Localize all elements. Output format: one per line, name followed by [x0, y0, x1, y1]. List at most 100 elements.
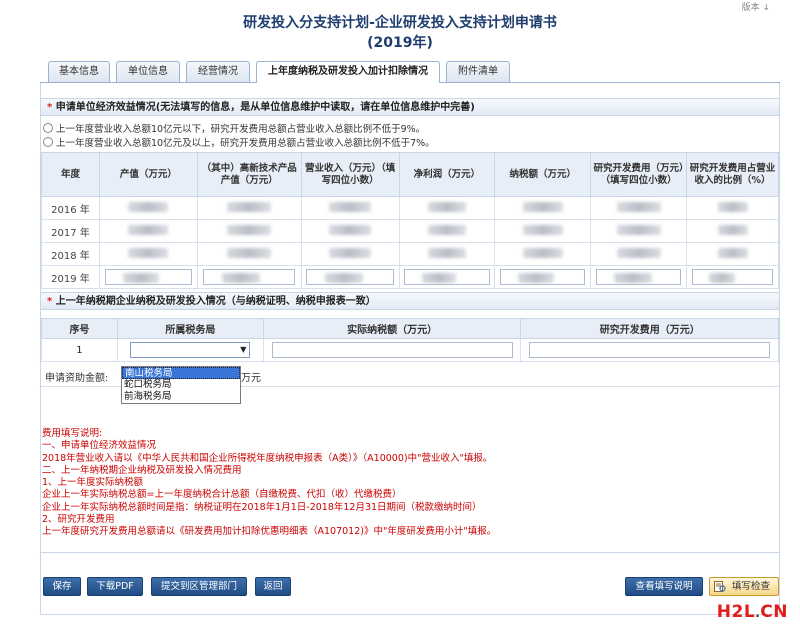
- col-tax-bureau: 所属税务局: [116, 318, 264, 339]
- rd-expense-input[interactable]: [529, 342, 771, 358]
- col-year: 年度: [41, 152, 100, 197]
- economic-table: 年度 产值（万元） （其中）高新技术产品产值（万元） 营业收入（万元）（填写四位…: [41, 152, 779, 289]
- tab-basic-info[interactable]: 基本信息: [48, 61, 110, 82]
- value-cell: [494, 219, 592, 243]
- value-cell: [686, 219, 779, 243]
- tax-bureau-select[interactable]: ▼: [130, 342, 251, 358]
- radio-label: 上一年度营业收入总额10亿元及以上，研究开发费用总额占营业收入总额比例不低于7%…: [56, 138, 435, 149]
- note-line: 企业上一年实际纳税总额时间是指：纳税证明在2018年1月1日-2018年12月3…: [42, 501, 482, 513]
- page-title: 研发投入分支持计划-企业研发投入支持计划申请书: [243, 15, 557, 31]
- note-line: 一、申请单位经济效益情况: [42, 440, 157, 452]
- tax-input[interactable]: [494, 265, 592, 289]
- note-line: 费用填写说明:: [42, 428, 103, 439]
- download-pdf-button[interactable]: 下载PDF: [87, 577, 143, 596]
- section-tax-title: 上一年纳税期企业纳税及研发投入情况（与纳税证明、纳税申报表一致）: [55, 296, 376, 307]
- section-economic-header: * 申请单位经济效益情况(无法填写的信息，是从单位信息维护中读取，请在单位信息维…: [41, 98, 779, 116]
- tab-bar: 基本信息 单位信息 经营情况 上年度纳税及研发投入加计扣除情况 附件清单: [40, 61, 780, 84]
- value-cell: [398, 242, 496, 266]
- value-cell: [590, 242, 688, 266]
- tax-bureau-cell: ▼: [116, 338, 264, 362]
- revenue-input[interactable]: [300, 265, 400, 289]
- row-index: 1: [41, 338, 118, 362]
- actual-tax-input[interactable]: [271, 342, 513, 358]
- note-line: 企业上一年实际纳税总额=上一年度纳税合计总额（自缴税费、代扣（收）代缴税费）: [42, 489, 402, 501]
- value-cell: [98, 219, 198, 243]
- check-button[interactable]: 填写检查: [709, 577, 779, 596]
- site-logo: H2L.CN: [716, 602, 788, 622]
- required-star: *: [47, 296, 53, 307]
- year-cell: 2017 年: [41, 219, 100, 243]
- fee-instructions: 费用填写说明: 一、申请单位经济效益情况 2018年营业收入请以《中华人民共和国…: [41, 428, 779, 539]
- value-cell: [98, 242, 198, 266]
- rd-ratio-input[interactable]: [686, 265, 779, 289]
- value-cell: [590, 196, 688, 220]
- dropdown-option-nanshan[interactable]: 南山税务局: [122, 367, 240, 379]
- radio-button[interactable]: [43, 123, 53, 133]
- dropdown-option-qianhai[interactable]: 前海税务局: [122, 391, 240, 403]
- rd-expense-input[interactable]: [590, 265, 688, 289]
- dropdown-option-shekou[interactable]: 蛇口税务局: [122, 379, 240, 391]
- value-cell: [398, 219, 496, 243]
- col-revenue: 营业收入（万元）（填写四位小数）: [300, 152, 400, 197]
- tax-bureau-dropdown[interactable]: 南山税务局 蛇口税务局 前海税务局: [121, 366, 241, 404]
- table-row: 1 ▼: [41, 338, 779, 362]
- note-line: 二、上一年纳税期企业纳税及研发投入情况费用: [42, 464, 242, 476]
- hightech-output-input[interactable]: [196, 265, 302, 289]
- radio-label: 上一年度营业收入总额10亿元以下，研究开发费用总额占营业收入总额比例不低于9%。: [56, 124, 426, 135]
- col-actual-tax: 实际纳税额（万元）: [262, 318, 522, 339]
- value-cell: [494, 196, 592, 220]
- col-rd-expense: 研究开发费用（万元）: [520, 318, 779, 339]
- col-rd-expense: 研究开发费用（万元）（填写四位小数）: [590, 152, 688, 197]
- save-button[interactable]: 保存: [43, 577, 81, 596]
- value-cell: [300, 196, 400, 220]
- check-button-label: 填写检查: [731, 581, 770, 592]
- section-economic-title: 申请单位经济效益情况(无法填写的信息，是从单位信息维护中读取，请在单位信息维护中…: [55, 102, 475, 113]
- value-cell: [196, 219, 302, 243]
- radio-button[interactable]: [43, 137, 53, 147]
- tax-table: 序号 所属税务局 实际纳税额（万元） 研究开发费用（万元） 1 ▼: [41, 318, 779, 362]
- col-net-profit: 净利润（万元）: [398, 152, 496, 197]
- section-tax-header: * 上一年纳税期企业纳税及研发投入情况（与纳税证明、纳税申报表一致）: [41, 292, 779, 310]
- note-line: 2、研究开发费用: [42, 514, 115, 526]
- check-document-icon: [714, 581, 726, 592]
- tab-operation[interactable]: 经营情况: [186, 61, 250, 82]
- grant-amount-unit: 万元: [241, 373, 261, 384]
- value-cell: [686, 196, 779, 220]
- value-cell: [98, 196, 198, 220]
- output-input[interactable]: [98, 265, 198, 289]
- col-output: 产值（万元）: [98, 152, 198, 197]
- table-row: 2017 年: [41, 219, 779, 243]
- col-hightech-output: （其中）高新技术产品产值（万元）: [196, 152, 302, 197]
- tab-unit-info[interactable]: 单位信息: [116, 61, 180, 82]
- form-panel: * 申请单位经济效益情况(无法填写的信息，是从单位信息维护中读取，请在单位信息维…: [40, 83, 780, 615]
- back-button[interactable]: 返回: [255, 577, 291, 596]
- col-rd-ratio: 研究开发费用占营业收入的比例（%）: [686, 152, 779, 197]
- net-profit-input[interactable]: [398, 265, 496, 289]
- radio-option-above-1b[interactable]: 上一年度营业收入总额10亿元及以上，研究开发费用总额占营业收入总额比例不低于7%…: [43, 135, 435, 149]
- submit-button[interactable]: 提交到区管理部门: [151, 577, 247, 596]
- table-row: 2018 年: [41, 242, 779, 266]
- value-cell: [590, 219, 688, 243]
- value-cell: [300, 219, 400, 243]
- rd-expense-cell: [520, 338, 779, 362]
- view-instructions-button[interactable]: 查看填写说明: [625, 577, 703, 596]
- grant-amount-label: 申请资助金额:: [45, 373, 109, 384]
- chevron-down-icon[interactable]: ▼: [240, 345, 246, 354]
- note-line: 上一年度研究开发费用总额请以《研发费用加计扣除优惠明细表（A107012)》中"…: [42, 526, 497, 538]
- value-cell: [300, 242, 400, 266]
- divider: [41, 552, 779, 553]
- year-cell: 2016 年: [41, 196, 100, 220]
- year-cell: 2018 年: [41, 242, 100, 266]
- value-cell: [196, 196, 302, 220]
- radio-option-below-1b[interactable]: 上一年度营业收入总额10亿元以下，研究开发费用总额占营业收入总额比例不低于9%。: [43, 121, 425, 135]
- year-cell: 2019 年: [41, 265, 100, 289]
- col-tax: 纳税额（万元）: [494, 152, 592, 197]
- tab-tax-rd[interactable]: 上年度纳税及研发投入加计扣除情况: [256, 61, 440, 84]
- tab-attachments[interactable]: 附件清单: [446, 61, 510, 82]
- note-line: 2018年营业收入请以《中华人民共和国企业所得税年度纳税申报表（A类）》（A10…: [42, 452, 493, 464]
- col-index: 序号: [41, 318, 118, 339]
- value-cell: [494, 242, 592, 266]
- value-cell: [686, 242, 779, 266]
- table-row: 2019 年: [41, 265, 779, 289]
- value-cell: [196, 242, 302, 266]
